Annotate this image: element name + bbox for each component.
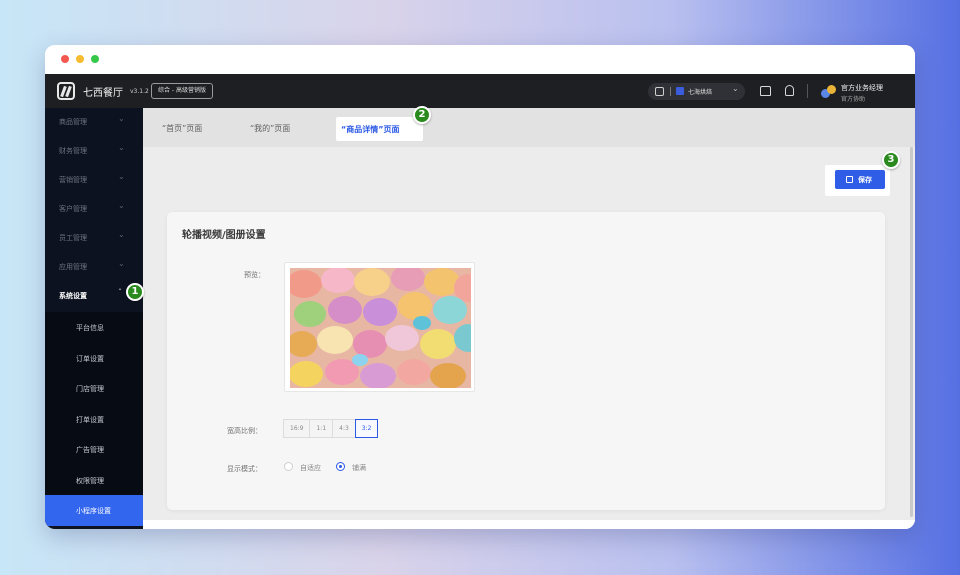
radio-fill[interactable] — [336, 462, 345, 471]
header-divider — [807, 84, 808, 98]
edition-badge[interactable]: 综合 - 高级营销版 — [151, 83, 213, 99]
ratio-option-16-9[interactable]: 16:9 — [283, 419, 311, 438]
store-name: 七海烘焙 — [688, 89, 713, 96]
save-label: 保存 — [858, 176, 872, 184]
sidebar-item-system-settings[interactable]: 系统设置 ˆ — [45, 282, 143, 312]
sidebar-item-products[interactable]: 商品管理 ⌄ — [45, 108, 143, 137]
maximize-window-dot[interactable] — [91, 55, 99, 63]
ratio-label: 宽高比例： — [227, 427, 262, 435]
preview-frame — [284, 262, 475, 392]
tab-product-detail-page[interactable]: “商品详情”页面 — [336, 117, 423, 141]
ratio-option-3-2[interactable]: 3:2 — [354, 419, 379, 438]
sidebar-subitem-store-management[interactable]: 门店管理 — [45, 373, 143, 404]
sidebar-submenu: 平台信息 订单设置 门店管理 打单设置 广告管理 权限管理 小程序设置 — [45, 312, 143, 526]
minimize-window-dot[interactable] — [76, 55, 84, 63]
chevron-down-icon: ⌄ — [118, 143, 125, 152]
brand-logo-icon — [57, 82, 75, 100]
save-icon — [846, 176, 853, 183]
user-avatar-icon[interactable] — [821, 84, 836, 98]
sidebar-subitem-label: 小程序设置 — [76, 507, 111, 515]
ratio-option-4-3[interactable]: 4:3 — [332, 419, 356, 438]
store-selector[interactable]: 七海烘焙 ⌄ — [648, 83, 745, 100]
brand-name: 七西餐厅 — [83, 88, 123, 99]
sidebar-subitem-permissions[interactable]: 权限管理 — [45, 465, 143, 496]
sidebar-item-finance[interactable]: 财务管理 ⌄ — [45, 137, 143, 166]
tab-home-page[interactable]: “首页”页面 — [162, 123, 202, 134]
app-window: 七西餐厅 v3.1.2 综合 - 高级营销版 七海烘焙 ⌄ 官方业务经理 官方协… — [45, 45, 915, 529]
sidebar-item-marketing[interactable]: 营销管理 ⌄ — [45, 166, 143, 195]
sidebar-subitem-label: 打单设置 — [76, 415, 104, 424]
version-label: v3.1.2 — [130, 88, 149, 95]
chevron-down-icon: ⌄ — [118, 259, 125, 268]
app-root: 七西餐厅 v3.1.2 综合 - 高级营销版 七海烘焙 ⌄ 官方业务经理 官方协… — [45, 74, 915, 529]
chevron-down-icon: ⌄ — [118, 230, 125, 239]
sidebar-subitem-miniprogram-settings[interactable]: 小程序设置 — [45, 495, 143, 526]
chevron-down-icon: ⌄ — [118, 201, 125, 210]
sidebar-subitem-label: 广告管理 — [76, 446, 104, 454]
main-content: “首页”页面 “我的”页面 “商品详情”页面 保存 轮播视频/图册设置 预览： — [143, 108, 915, 529]
close-window-dot[interactable] — [61, 55, 69, 63]
ratio-option-1-1[interactable]: 1:1 — [309, 419, 334, 438]
user-role: 官方协助 — [841, 96, 866, 103]
page-tabs: “首页”页面 “我的”页面 “商品详情”页面 — [143, 108, 915, 147]
sidebar-item-label: 营销管理 — [59, 176, 87, 184]
save-button[interactable]: 保存 — [835, 170, 885, 189]
chevron-down-icon: ⌄ — [732, 84, 739, 93]
shirt-icon[interactable] — [760, 86, 771, 96]
bell-icon[interactable] — [785, 85, 794, 96]
content-scrollbar[interactable] — [910, 147, 913, 517]
sidebar-item-label: 商品管理 — [59, 118, 87, 126]
macaron-preview-image — [290, 268, 471, 388]
sidebar-subitem-label: 权限管理 — [76, 476, 104, 485]
chevron-down-icon: ⌄ — [118, 114, 125, 123]
window-titlebar — [45, 45, 915, 74]
card-title: 轮播视频/图册设置 — [182, 230, 266, 241]
sidebar-item-apps[interactable]: 应用管理 ⌄ — [45, 253, 143, 282]
sidebar-item-label: 系统设置 — [59, 292, 87, 300]
sidebar: 商品管理 ⌄ 财务管理 ⌄ 营销管理 ⌄ 客户管理 ⌄ 员工管理 ⌄ 应用管理 … — [45, 108, 143, 529]
store-divider — [670, 87, 671, 96]
store-icon — [655, 87, 664, 96]
save-highlight: 保存 — [825, 165, 890, 196]
sidebar-subitem-order-settings[interactable]: 订单设置 — [45, 343, 143, 374]
sidebar-item-staff[interactable]: 员工管理 ⌄ — [45, 224, 143, 253]
chevron-up-icon: ˆ — [118, 288, 122, 297]
sidebar-subitem-print-settings[interactable]: 打单设置 — [45, 404, 143, 435]
preview-label: 预览： — [244, 271, 265, 279]
user-name[interactable]: 官方业务经理 — [841, 83, 883, 93]
sidebar-item-label: 客户管理 — [59, 205, 87, 213]
sidebar-subitem-label: 平台信息 — [76, 324, 104, 332]
store-flag-icon — [676, 87, 684, 95]
sidebar-subitem-label: 订单设置 — [76, 354, 104, 363]
display-mode-label: 显示模式： — [227, 465, 262, 473]
sidebar-subitem-label: 门店管理 — [76, 385, 104, 393]
sidebar-item-customers[interactable]: 客户管理 ⌄ — [45, 195, 143, 224]
radio-fill-label[interactable]: 铺满 — [352, 463, 366, 473]
radio-adaptive-label[interactable]: 自适应 — [300, 463, 321, 473]
tab-mine-page[interactable]: “我的”页面 — [250, 123, 290, 134]
top-header: 七西餐厅 v3.1.2 综合 - 高级营销版 七海烘焙 ⌄ 官方业务经理 官方协… — [45, 74, 915, 108]
aspect-ratio-group: 16:9 1:1 4:3 3:2 — [283, 419, 379, 438]
tab-label: “商品详情”页面 — [341, 125, 400, 134]
carousel-settings-card: 轮播视频/图册设置 预览： 宽高比例： 16:9 1:1 4:3 3:2 显示模… — [167, 212, 885, 510]
content-bottom-strip — [143, 520, 915, 529]
sidebar-item-label: 财务管理 — [59, 147, 87, 155]
radio-adaptive[interactable] — [284, 462, 293, 471]
sidebar-item-label: 应用管理 — [59, 263, 87, 271]
chevron-down-icon: ⌄ — [118, 172, 125, 181]
sidebar-item-label: 员工管理 — [59, 234, 87, 242]
sidebar-subitem-platform-info[interactable]: 平台信息 — [45, 312, 143, 343]
sidebar-subitem-ad-management[interactable]: 广告管理 — [45, 434, 143, 465]
